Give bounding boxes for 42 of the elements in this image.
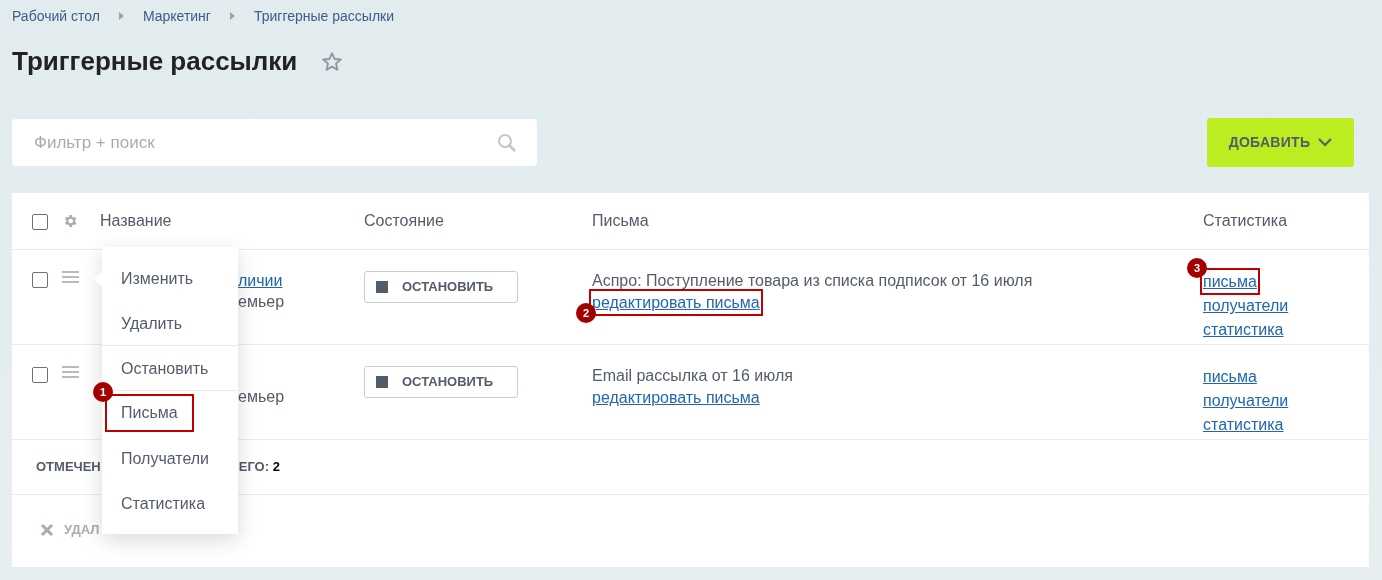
chevron-down-icon <box>1318 138 1333 148</box>
checkbox[interactable] <box>32 272 48 289</box>
add-button[interactable]: ДОБАВИТЬ <box>1207 118 1354 168</box>
drag-handle-icon[interactable] <box>62 365 79 380</box>
search-icon[interactable] <box>497 132 517 153</box>
column-header: Статистика <box>1203 212 1288 230</box>
stop-button[interactable]: ОСТАНОВИТЬ <box>364 271 518 304</box>
checkbox[interactable] <box>32 367 48 384</box>
name-text: емьер <box>238 388 285 406</box>
stats-link[interactable]: статистика <box>1203 414 1284 436</box>
selected-count-label: ОТМЕЧЕН <box>36 458 101 477</box>
breadcrumb-link[interactable]: Триггерные рассылки <box>253 5 395 27</box>
checkbox[interactable] <box>32 214 48 231</box>
letter-title: Email рассылка от 16 июля <box>592 366 794 387</box>
menu-item[interactable]: Получатели <box>102 436 238 482</box>
callout-badge: 1 <box>93 382 113 403</box>
stop-button[interactable]: ОСТАНОВИТЬ <box>364 366 518 399</box>
page-title: Триггерные рассылки <box>12 46 298 78</box>
total-count-label: ЕГО: 2 <box>238 458 280 477</box>
name-text: емьер <box>238 293 285 311</box>
column-header: Состояние <box>364 212 444 230</box>
name-link[interactable]: личии <box>238 270 283 292</box>
breadcrumb-link[interactable]: Рабочий стол <box>12 5 100 27</box>
stats-link[interactable]: получатели <box>1203 295 1289 317</box>
drag-handle-icon[interactable] <box>62 270 79 285</box>
breadcrumb-separator-icon <box>229 12 235 20</box>
column-header: Письма <box>592 212 649 230</box>
stats-link[interactable]: получатели <box>1203 390 1289 412</box>
favorite-star-icon[interactable] <box>321 50 344 73</box>
column-header: Название <box>100 212 172 230</box>
settings-icon[interactable] <box>62 213 78 230</box>
menu-item[interactable]: Статистика <box>102 481 238 527</box>
callout-badge: 3 <box>1187 258 1207 279</box>
edit-letters-link[interactable]: редактировать письма <box>592 387 760 409</box>
menu-item[interactable]: Удалить <box>102 301 238 347</box>
breadcrumb-link[interactable]: Маркетинг <box>142 5 211 27</box>
stats-link[interactable]: статистика <box>1203 319 1284 341</box>
menu-item[interactable]: Изменить <box>102 256 238 302</box>
stats-link[interactable]: письма <box>1203 366 1257 388</box>
breadcrumb-separator-icon <box>118 12 124 20</box>
close-icon[interactable] <box>40 523 54 538</box>
letter-title: Аспро: Поступление товара из списка подписок от 16 июля <box>592 271 1034 292</box>
